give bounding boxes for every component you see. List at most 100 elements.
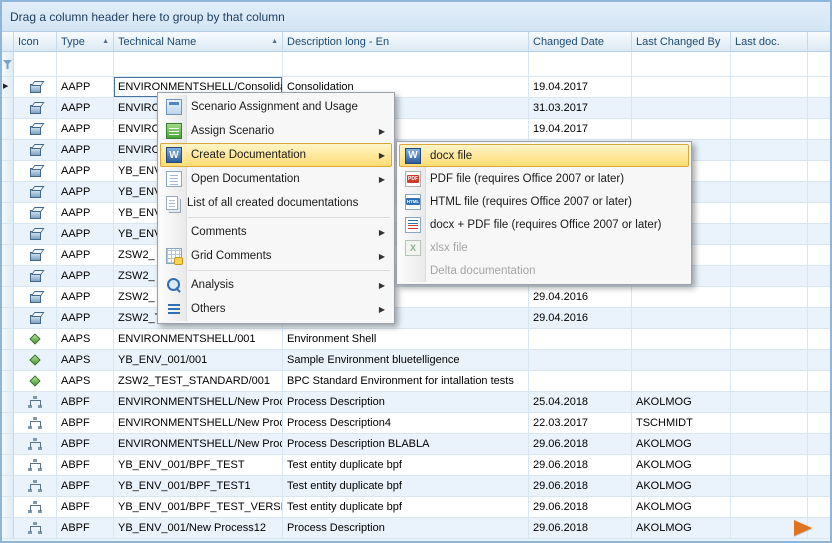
table-row[interactable]: AAPS ZSW2_TEST_STANDARD/001 BPC Standard… — [2, 371, 830, 392]
table-row[interactable]: ABPF YB_ENV_001/BPF_TEST_VERSION Test en… — [2, 497, 830, 518]
column-header[interactable]: Icon — [14, 32, 57, 52]
context-menu-item[interactable]: Comments — [160, 220, 392, 244]
cell-last-doc[interactable] — [731, 182, 808, 203]
cell-last-changed-by[interactable]: AKOLMOG — [632, 476, 731, 497]
group-by-panel[interactable]: Drag a column header here to group by th… — [2, 2, 830, 32]
cell-last-doc[interactable] — [731, 392, 808, 413]
cell-type[interactable]: AAPP — [57, 287, 114, 308]
cell-type[interactable]: AAPP — [57, 308, 114, 329]
cell-last-doc[interactable] — [731, 308, 808, 329]
cell-last-doc[interactable] — [731, 476, 808, 497]
cell-technical-name[interactable]: ZSW2_TEST_STANDARD/001 — [114, 371, 283, 392]
table-row[interactable]: ABPF YB_ENV_001/BPF_TEST Test entity dup… — [2, 455, 830, 476]
cell-changed-date[interactable]: 29.06.2018 — [529, 476, 632, 497]
cell-last-doc[interactable] — [731, 203, 808, 224]
cell-last-changed-by[interactable] — [632, 119, 731, 140]
cell-changed-date[interactable]: 19.04.2017 — [529, 77, 632, 98]
cell-type[interactable]: AAPS — [57, 350, 114, 371]
cell-last-changed-by[interactable]: AKOLMOG — [632, 497, 731, 518]
cell-description[interactable]: Test entity duplicate bpf — [283, 497, 529, 518]
cell-last-changed-by[interactable] — [632, 308, 731, 329]
cell-technical-name[interactable]: ENVIRONMENTSHELL/New Proc... — [114, 392, 283, 413]
cell-type[interactable]: ABPF — [57, 455, 114, 476]
cell-last-changed-by[interactable]: TSCHMIDT — [632, 413, 731, 434]
context-menu-item[interactable]: Others — [160, 297, 392, 321]
column-header[interactable]: Last doc. — [731, 32, 808, 52]
cell-description[interactable]: Environment Shell — [283, 329, 529, 350]
filter-cell-last-doc[interactable] — [731, 52, 808, 77]
cell-last-changed-by[interactable]: AKOLMOG — [632, 518, 731, 539]
table-row[interactable]: ABPF ENVIRONMENTSHELL/New Proc... Proces… — [2, 413, 830, 434]
cell-description[interactable]: Sample Environment bluetelligence — [283, 350, 529, 371]
cell-last-doc[interactable] — [731, 455, 808, 476]
cell-last-changed-by[interactable] — [632, 329, 731, 350]
cell-technical-name[interactable]: ENVIRONMENTSHELL/001 — [114, 329, 283, 350]
cell-type[interactable]: AAPP — [57, 77, 114, 98]
filter-cell-type[interactable] — [57, 52, 114, 77]
cell-changed-date[interactable]: 25.04.2018 — [529, 392, 632, 413]
cell-technical-name[interactable]: ENVIRONMENTSHELL/New Proc... — [114, 413, 283, 434]
table-row[interactable]: AAPP ENVIRO 19.04.2017 — [2, 119, 830, 140]
cell-last-doc[interactable] — [731, 329, 808, 350]
submenu-item[interactable]: HTML file (requires Office 2007 or later… — [399, 190, 689, 213]
filter-cell-description[interactable] — [283, 52, 529, 77]
cell-last-changed-by[interactable]: AKOLMOG — [632, 392, 731, 413]
cell-last-changed-by[interactable]: AKOLMOG — [632, 455, 731, 476]
context-menu-item[interactable]: Assign Scenario — [160, 119, 392, 143]
cell-changed-date[interactable] — [529, 329, 632, 350]
cell-type[interactable]: AAPP — [57, 98, 114, 119]
cell-description[interactable]: Test entity duplicate bpf — [283, 455, 529, 476]
cell-type[interactable]: AAPP — [57, 203, 114, 224]
cell-changed-date[interactable] — [529, 371, 632, 392]
filter-cell-technical-name[interactable] — [114, 52, 283, 77]
cell-last-doc[interactable] — [731, 350, 808, 371]
cell-type[interactable]: ABPF — [57, 413, 114, 434]
cell-type[interactable]: AAPS — [57, 371, 114, 392]
cell-last-doc[interactable] — [731, 98, 808, 119]
cell-type[interactable]: ABPF — [57, 518, 114, 539]
cell-type[interactable]: ABPF — [57, 392, 114, 413]
cell-last-changed-by[interactable] — [632, 98, 731, 119]
cell-last-changed-by[interactable]: AKOLMOG — [632, 434, 731, 455]
cell-type[interactable]: AAPP — [57, 224, 114, 245]
submenu-item[interactable]: docx + PDF file (requires Office 2007 or… — [399, 213, 689, 236]
column-header[interactable]: Type — [57, 32, 114, 52]
cell-type[interactable]: AAPP — [57, 266, 114, 287]
table-row[interactable]: ABPF ENVIRONMENTSHELL/New Proc... Proces… — [2, 434, 830, 455]
table-row[interactable]: AAPP ENVIRO 31.03.2017 — [2, 98, 830, 119]
cell-last-doc[interactable] — [731, 140, 808, 161]
submenu-item[interactable]: docx file — [399, 144, 689, 167]
cell-type[interactable]: AAPP — [57, 140, 114, 161]
cell-last-changed-by[interactable] — [632, 287, 731, 308]
table-row[interactable]: AAPS ENVIRONMENTSHELL/001 Environment Sh… — [2, 329, 830, 350]
cell-changed-date[interactable]: 29.04.2016 — [529, 308, 632, 329]
cell-last-changed-by[interactable] — [632, 77, 731, 98]
table-row[interactable]: AAPP ENVIRONMENTSHELL/Consolidati... Con… — [2, 77, 830, 98]
cell-description[interactable]: Process Description BLABLA — [283, 434, 529, 455]
cell-last-changed-by[interactable] — [632, 350, 731, 371]
cell-last-doc[interactable] — [731, 245, 808, 266]
cell-type[interactable]: AAPP — [57, 245, 114, 266]
column-header[interactable]: Last Changed By — [632, 32, 731, 52]
context-menu-item[interactable]: Open Documentation — [160, 167, 392, 191]
cell-changed-date[interactable] — [529, 350, 632, 371]
cell-description[interactable]: Process Description — [283, 518, 529, 539]
cell-type[interactable]: AAPS — [57, 329, 114, 350]
cell-changed-date[interactable]: 29.06.2018 — [529, 434, 632, 455]
cell-last-doc[interactable] — [731, 287, 808, 308]
cell-technical-name[interactable]: YB_ENV_001/BPF_TEST_VERSION — [114, 497, 283, 518]
cell-type[interactable]: ABPF — [57, 497, 114, 518]
cell-type[interactable]: AAPP — [57, 182, 114, 203]
cell-technical-name[interactable]: ENVIRONMENTSHELL/New Proc... — [114, 434, 283, 455]
table-row[interactable]: AAPS YB_ENV_001/001 Sample Environment b… — [2, 350, 830, 371]
cell-last-doc[interactable] — [731, 371, 808, 392]
cell-last-doc[interactable] — [731, 434, 808, 455]
cell-changed-date[interactable]: 22.03.2017 — [529, 413, 632, 434]
cell-last-doc[interactable] — [731, 497, 808, 518]
filter-cell-last-changed-by[interactable] — [632, 52, 731, 77]
cell-description[interactable]: Test entity duplicate bpf — [283, 476, 529, 497]
cell-last-changed-by[interactable] — [632, 371, 731, 392]
filter-cell-icon[interactable] — [14, 52, 57, 77]
column-header[interactable]: Description long - En — [283, 32, 529, 52]
cell-type[interactable]: ABPF — [57, 434, 114, 455]
